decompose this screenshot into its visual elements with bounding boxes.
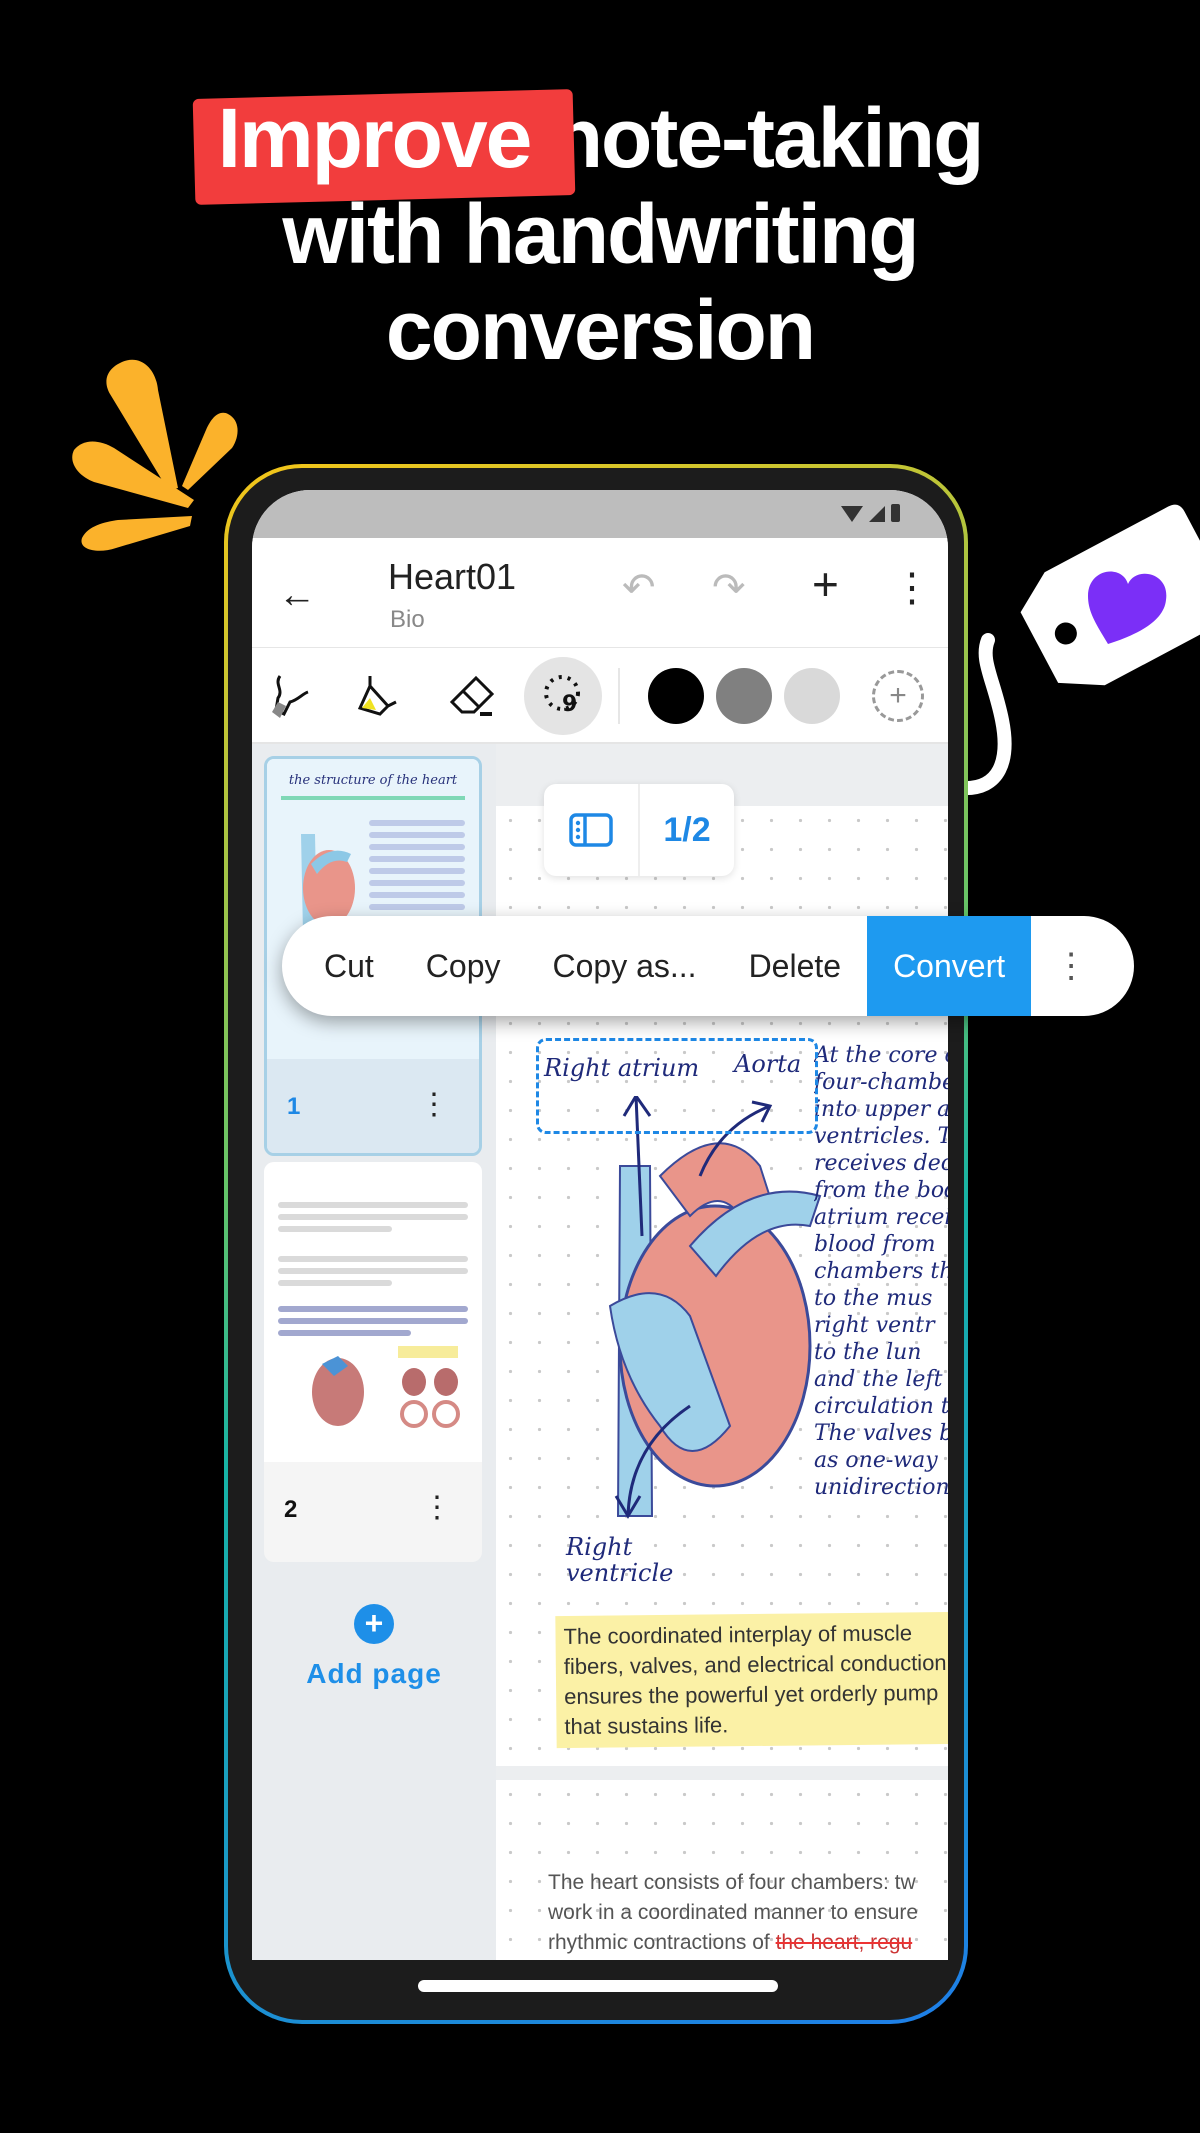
back-arrow-icon[interactable]: ← [278, 574, 316, 617]
handwritten-line: blood from [814, 1232, 936, 1257]
handwritten-line: into upper atri [814, 1097, 948, 1122]
page-indicator: 1/2 [663, 810, 711, 849]
thumbnail-title: the structure of the heart [288, 773, 458, 788]
lasso-icon: 9 [544, 675, 580, 717]
color-swatch-light-gray[interactable] [784, 668, 840, 724]
convert-button[interactable]: Convert [867, 916, 1032, 1016]
cut-button[interactable]: Cut [282, 916, 400, 1016]
signal-icon [869, 506, 885, 522]
strikethrough-text: the heart, regu [775, 1931, 913, 1954]
delete-button[interactable]: Delete [723, 916, 868, 1016]
right-ventricle-label: Right ventricle [566, 1533, 674, 1587]
home-indicator[interactable] [418, 1980, 778, 1992]
headline-highlight-word: Improve [217, 91, 533, 185]
heart-diagram-thumbnail-icon [312, 1346, 460, 1428]
handwritten-line: circulation th [814, 1394, 948, 1419]
wifi-icon [841, 506, 863, 522]
handwritten-line: four-chambered [814, 1070, 948, 1095]
typed-line: enable it to pump blood throughout the [548, 1958, 948, 1960]
highlighted-typed-text: The coordinated interplay of muscle fibe… [555, 1611, 948, 1749]
handwritten-line: right ventr [814, 1313, 935, 1338]
page-indicator-button[interactable]: 1/2 [638, 784, 734, 876]
lasso-tool-button[interactable]: 9 [524, 657, 602, 735]
note-page-2: The heart consists of four chambers: tw … [496, 1780, 948, 1960]
more-options-icon[interactable]: ⋮ [1031, 916, 1111, 1016]
handwritten-line: At the core of [814, 1043, 948, 1068]
note-title: Heart01 [388, 556, 517, 597]
undo-icon[interactable]: ↶ [622, 568, 656, 608]
sidebar-panel-icon [569, 813, 613, 847]
headline-line1: note-taking [551, 91, 985, 185]
typed-line: The heart consists of four chambers: tw [548, 1871, 916, 1894]
add-page-label: Add page [306, 1658, 442, 1689]
phone-frame: ← Heart01 Bio ↶ ↷ + ⋮ 9 + the structure … [224, 464, 968, 2024]
toolbar-divider [618, 668, 620, 724]
handwritten-line: atrium receiv [814, 1205, 948, 1230]
typed-line-text: rhythmic contractions of [548, 1931, 776, 1954]
page-thumbnail-2[interactable]: 2 ⋮ [264, 1162, 482, 1562]
typed-paragraph: The heart consists of four chambers: tw … [548, 1868, 948, 1960]
copy-button[interactable]: Copy [400, 916, 527, 1016]
page-number: 2 [284, 1496, 298, 1523]
phone-body: ← Heart01 Bio ↶ ↷ + ⋮ 9 + the structure … [228, 468, 964, 2020]
highlighter-icon [357, 676, 397, 716]
handwritten-line: and the left [814, 1367, 943, 1392]
svg-text:9: 9 [562, 692, 577, 717]
toggle-sidebar-button[interactable] [544, 784, 638, 876]
headline-line2: with handwriting [282, 187, 919, 281]
pen-tool-button[interactable] [260, 666, 320, 726]
handwritten-line: to the mus [814, 1286, 933, 1311]
add-icon[interactable]: + [812, 561, 839, 607]
note-folder: Bio [390, 606, 425, 633]
app-bar: ← Heart01 Bio ↶ ↷ + ⋮ [252, 538, 948, 648]
handwritten-line: as one-way [814, 1448, 938, 1473]
page-more-icon[interactable]: ⋮ [419, 1087, 449, 1122]
handwritten-line: ventricles. The [814, 1124, 948, 1149]
heart-diagram [608, 1096, 822, 1519]
eraser-icon [449, 675, 495, 716]
headline: Improve note-taking with handwriting con… [0, 89, 1200, 378]
page-navigator: 1/2 [544, 784, 734, 876]
page-more-icon[interactable]: ⋮ [422, 1490, 452, 1525]
color-swatch-black[interactable] [648, 668, 704, 724]
copy-as-button[interactable]: Copy as... [527, 916, 723, 1016]
thumbnail-underline [281, 796, 465, 800]
handwritten-line: chambers th [814, 1259, 948, 1284]
selection-context-menu: Cut Copy Copy as... Delete Convert ⋮ [282, 916, 1134, 1016]
lasso-selection-box[interactable] [536, 1038, 818, 1134]
handwritten-line: unidirectional [814, 1475, 948, 1500]
pen-icon [272, 675, 309, 718]
status-bar [252, 490, 948, 538]
redo-icon[interactable]: ↷ [712, 568, 746, 608]
add-page-icon: + [354, 1604, 394, 1644]
handwritten-line: to the lun [814, 1340, 922, 1365]
thumbnail-preview [264, 1162, 482, 1462]
typed-line: rhythmic contractions of the heart, regu [548, 1928, 948, 1958]
typed-line: work in a coordinated manner to ensure [548, 1901, 919, 1924]
color-swatch-gray[interactable] [716, 668, 772, 724]
add-color-button[interactable]: + [872, 670, 924, 722]
page-number: 1 [287, 1093, 301, 1120]
handwritten-notes: At the core offour-chamberedinto upper a… [814, 1042, 948, 1501]
highlighter-tool-button[interactable] [348, 666, 408, 726]
headline-highlight: Improve [192, 89, 575, 205]
battery-icon [891, 504, 900, 522]
phone-screen: ← Heart01 Bio ↶ ↷ + ⋮ 9 + the structure … [252, 490, 948, 1960]
drawing-toolbar: 9 + [252, 648, 948, 744]
handwritten-line: from the body [814, 1178, 948, 1203]
eraser-tool-button[interactable] [442, 666, 502, 726]
more-options-icon[interactable]: ⋮ [892, 568, 932, 608]
add-page-button[interactable]: + Add page [252, 1604, 496, 1690]
heart-tag-icon [960, 504, 1200, 796]
handwritten-line: The valves bet [814, 1421, 948, 1446]
handwritten-line: receives deoxy [814, 1151, 948, 1176]
